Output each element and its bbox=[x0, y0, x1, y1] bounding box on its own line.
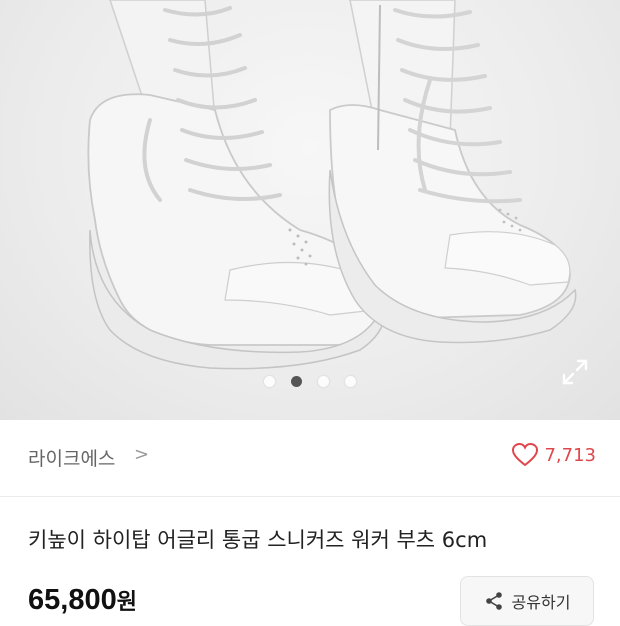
like-count: 7,713 bbox=[544, 444, 596, 466]
gallery-dot[interactable] bbox=[318, 376, 329, 387]
price-value: 65,800 bbox=[28, 584, 117, 616]
product-photo bbox=[87, 0, 577, 370]
heart-icon bbox=[512, 443, 539, 467]
expand-icon[interactable] bbox=[560, 357, 590, 387]
product-image[interactable] bbox=[0, 0, 620, 420]
share-button[interactable]: 공유하기 bbox=[460, 576, 594, 626]
product-price: 65,800원 bbox=[28, 584, 137, 617]
gallery-dot-active[interactable] bbox=[291, 376, 302, 387]
like-button[interactable]: 7,713 bbox=[512, 443, 596, 467]
chevron-right-icon[interactable]: > bbox=[134, 444, 149, 465]
seller-row: 라이크에스 > 7,713 bbox=[0, 420, 620, 497]
share-icon bbox=[485, 592, 502, 610]
product-title: 키높이 하이탑 어글리 통굽 스니커즈 워커 부츠 6cm bbox=[28, 528, 488, 552]
share-label: 공유하기 bbox=[511, 593, 571, 612]
gallery-dot[interactable] bbox=[345, 376, 356, 387]
price-currency: 원 bbox=[116, 590, 137, 615]
seller-name[interactable]: 라이크에스 bbox=[28, 444, 115, 471]
gallery-pagination bbox=[0, 376, 620, 387]
gallery-dot[interactable] bbox=[264, 376, 275, 387]
